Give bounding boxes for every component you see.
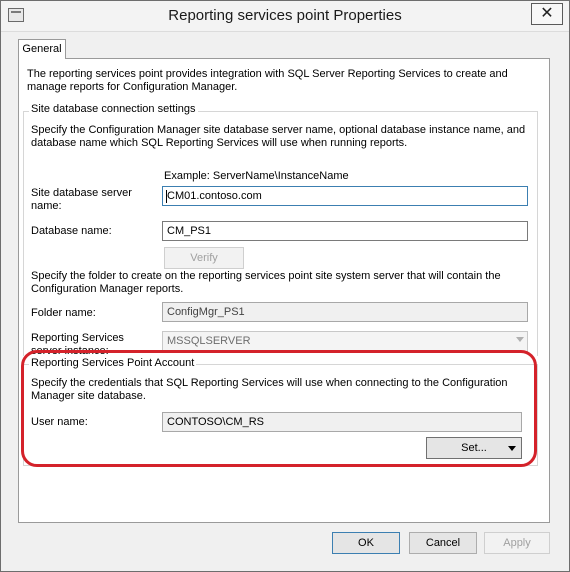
- folder-name-input[interactable]: ConfigMgr_PS1: [162, 302, 528, 322]
- tab-general[interactable]: General: [18, 39, 66, 59]
- instance-label-line1: Reporting Services: [31, 332, 124, 344]
- user-name-field[interactable]: CONTOSO\CM_RS: [162, 412, 522, 432]
- server-name-value: CM01.contoso.com: [167, 190, 262, 202]
- chevron-down-icon: [516, 337, 524, 342]
- server-name-input[interactable]: CM01.contoso.com: [162, 186, 528, 206]
- user-name-label: User name:: [31, 416, 88, 428]
- instance-value: MSSQLSERVER: [167, 335, 251, 347]
- server-name-label-line1: Site database server: [31, 187, 132, 199]
- server-example-hint: Example: ServerName\InstanceName: [164, 170, 349, 182]
- title-bar: Reporting services point Properties ✕: [1, 1, 569, 32]
- site-database-description: Specify the Configuration Manager site d…: [31, 124, 526, 149]
- close-button[interactable]: ✕: [531, 3, 563, 25]
- database-name-label: Database name:: [31, 225, 112, 237]
- ok-button[interactable]: OK: [332, 532, 400, 554]
- dropdown-arrow-icon: [508, 446, 516, 451]
- instance-select[interactable]: MSSQLSERVER: [162, 331, 528, 352]
- cancel-button[interactable]: Cancel: [409, 532, 477, 554]
- folder-description: Specify the folder to create on the repo…: [31, 270, 501, 295]
- account-legend: Reporting Services Point Account: [29, 357, 197, 369]
- server-name-label-line2: name:: [31, 200, 62, 212]
- window-title: Reporting services point Properties: [168, 7, 402, 24]
- folder-name-label: Folder name:: [31, 307, 96, 319]
- verify-button[interactable]: Verify: [164, 247, 244, 269]
- site-database-legend: Site database connection settings: [29, 103, 198, 115]
- instance-label: Reporting Services server instance:: [31, 332, 124, 354]
- set-button[interactable]: Set...: [426, 437, 522, 459]
- apply-button[interactable]: Apply: [484, 532, 550, 554]
- server-name-label: Site database server name:: [31, 187, 132, 213]
- intro-text: The reporting services point provides in…: [27, 68, 508, 93]
- account-description: Specify the credentials that SQL Reporti…: [31, 377, 508, 402]
- text-caret: [166, 190, 167, 203]
- instance-label-line2: server instance:: [31, 345, 109, 354]
- set-button-label: Set...: [461, 442, 487, 454]
- database-name-input[interactable]: CM_PS1: [162, 221, 528, 241]
